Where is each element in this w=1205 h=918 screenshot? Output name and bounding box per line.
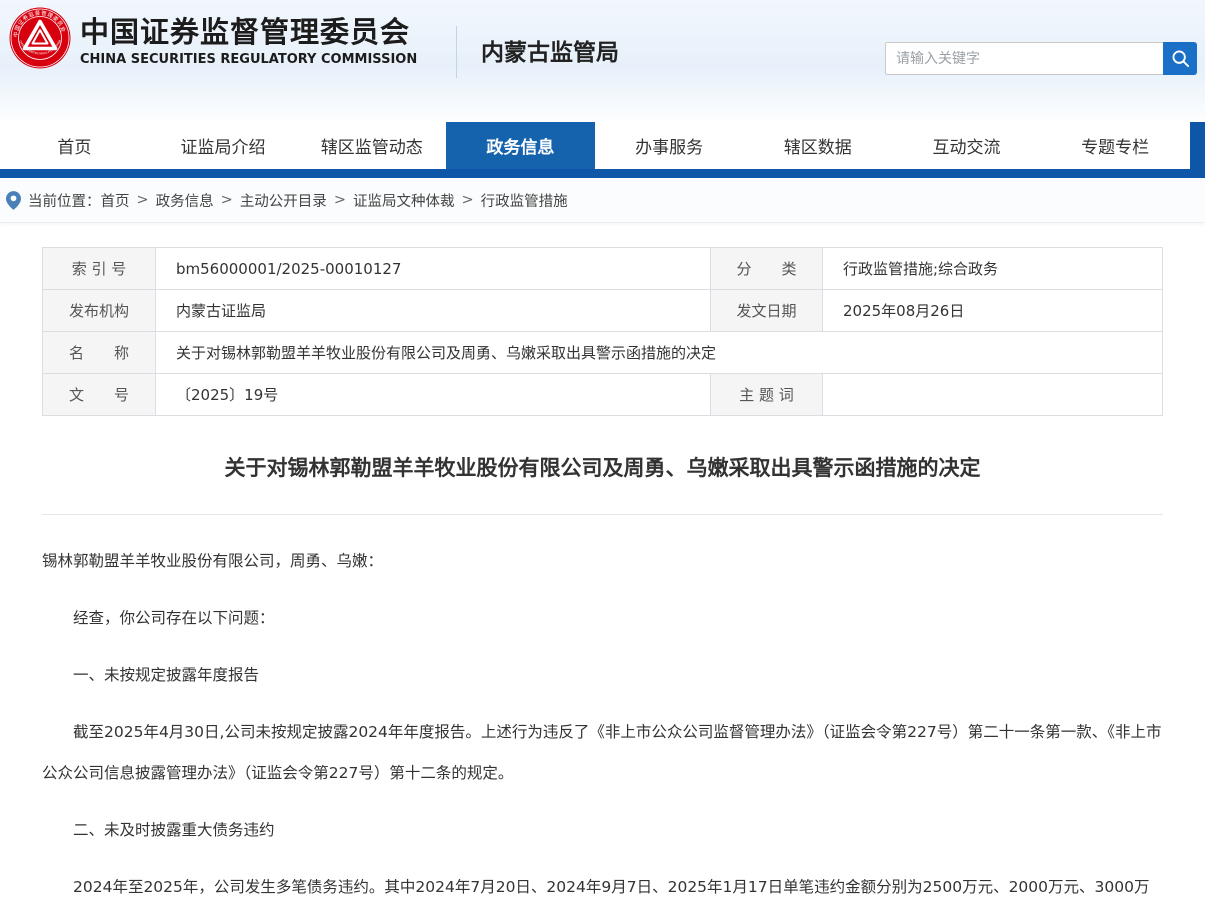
meta-value-date: 2025年08月26日 bbox=[823, 290, 1163, 332]
breadcrumb-item-admin-measures[interactable]: 行政监管措施 bbox=[481, 190, 568, 211]
nav-item-regional-data[interactable]: 辖区数据 bbox=[743, 122, 892, 169]
meta-label-subject: 主 题 词 bbox=[711, 374, 823, 416]
article-paragraph: 截至2025年4月30日,公司未按规定披露2024年年度报告。上述行为违反了《非… bbox=[42, 712, 1163, 794]
breadcrumb-item-open-directory[interactable]: 主动公开目录 bbox=[240, 190, 327, 211]
breadcrumb: 当前位置： 首页 > 政务信息 > 主动公开目录 > 证监局文种体裁 > 行政监… bbox=[0, 178, 1205, 223]
org-name-cn: 中国证券监督管理委员会 bbox=[80, 16, 417, 49]
article-paragraph: 一、未按规定披露年度报告 bbox=[42, 655, 1163, 696]
csrc-seal-logo[interactable]: 中国证券监督管理委员会 CHINA SECURITIES REGULATORY … bbox=[8, 6, 72, 70]
breadcrumb-item-doc-genre[interactable]: 证监局文种体裁 bbox=[353, 190, 455, 211]
meta-label-index: 索 引 号 bbox=[43, 248, 156, 290]
article-paragraph: 经查，你公司存在以下问题： bbox=[42, 598, 1163, 639]
nav-item-home[interactable]: 首页 bbox=[0, 122, 149, 169]
org-title-block: 中国证券监督管理委员会 CHINA SECURITIES REGULATORY … bbox=[80, 16, 417, 67]
nav-underline-bar bbox=[0, 169, 1205, 178]
nav-filler bbox=[1190, 122, 1205, 169]
nav-item-regional-regulation[interactable]: 辖区监管动态 bbox=[297, 122, 446, 169]
meta-value-index: bm56000001/2025-00010127 bbox=[156, 248, 711, 290]
breadcrumb-item-home[interactable]: 首页 bbox=[101, 190, 130, 211]
meta-value-issuer: 内蒙古证监局 bbox=[156, 290, 711, 332]
document-meta-table: 索 引 号 bm56000001/2025-00010127 分 类 行政监管措… bbox=[42, 247, 1163, 416]
main-nav: 首页 证监局介绍 辖区监管动态 政务信息 办事服务 辖区数据 互动交流 专题专栏 bbox=[0, 122, 1205, 169]
table-row: 文 号 〔2025〕19号 主 题 词 bbox=[43, 374, 1163, 416]
nav-item-government-info[interactable]: 政务信息 bbox=[446, 122, 595, 169]
location-pin-icon bbox=[6, 191, 21, 210]
breadcrumb-item-government-info[interactable]: 政务信息 bbox=[156, 190, 214, 211]
bureau-name: 内蒙古监管局 bbox=[481, 33, 619, 67]
nav-item-special-topics[interactable]: 专题专栏 bbox=[1041, 122, 1190, 169]
table-row: 索 引 号 bm56000001/2025-00010127 分 类 行政监管措… bbox=[43, 248, 1163, 290]
page-title: 关于对锡林郭勒盟羊羊牧业股份有限公司及周勇、乌嫩采取出具警示函措施的决定 bbox=[42, 452, 1163, 482]
table-row: 发布机构 内蒙古证监局 发文日期 2025年08月26日 bbox=[43, 290, 1163, 332]
article-body: 锡林郭勒盟羊羊牧业股份有限公司，周勇、乌嫩： 经查，你公司存在以下问题： 一、未… bbox=[42, 541, 1163, 908]
site-search bbox=[885, 42, 1197, 75]
site-header: 中国证券监督管理委员会 CHINA SECURITIES REGULATORY … bbox=[0, 0, 1205, 122]
table-row: 名 称 关于对锡林郭勒盟羊羊牧业股份有限公司及周勇、乌嫩采取出具警示函措施的决定 bbox=[43, 332, 1163, 374]
breadcrumb-separator: > bbox=[461, 192, 473, 208]
meta-value-subject bbox=[823, 374, 1163, 416]
csrc-seal-icon: 中国证券监督管理委员会 CHINA SECURITIES REGULATORY … bbox=[8, 6, 72, 70]
meta-label-category: 分 类 bbox=[711, 248, 823, 290]
meta-label-date: 发文日期 bbox=[711, 290, 823, 332]
org-name-en: CHINA SECURITIES REGULATORY COMMISSION bbox=[80, 52, 417, 67]
nav-item-bureau-intro[interactable]: 证监局介绍 bbox=[149, 122, 298, 169]
article-paragraph: 锡林郭勒盟羊羊牧业股份有限公司，周勇、乌嫩： bbox=[42, 541, 1163, 582]
meta-value-category: 行政监管措施;综合政务 bbox=[823, 248, 1163, 290]
meta-value-name: 关于对锡林郭勒盟羊羊牧业股份有限公司及周勇、乌嫩采取出具警示函措施的决定 bbox=[156, 332, 1163, 374]
breadcrumb-separator: > bbox=[221, 192, 233, 208]
breadcrumb-separator: > bbox=[334, 192, 346, 208]
title-divider bbox=[42, 514, 1163, 515]
breadcrumb-prefix: 当前位置： bbox=[28, 190, 101, 211]
breadcrumb-separator: > bbox=[137, 192, 149, 208]
nav-item-services[interactable]: 办事服务 bbox=[595, 122, 744, 169]
search-button[interactable] bbox=[1163, 42, 1197, 75]
meta-label-name: 名 称 bbox=[43, 332, 156, 374]
meta-value-docno: 〔2025〕19号 bbox=[156, 374, 711, 416]
search-icon bbox=[1171, 49, 1190, 68]
nav-item-interaction[interactable]: 互动交流 bbox=[892, 122, 1041, 169]
article-paragraph: 2024年至2025年，公司发生多笔债务违约。其中2024年7月20日、2024… bbox=[42, 867, 1163, 908]
main-content: 索 引 号 bm56000001/2025-00010127 分 类 行政监管措… bbox=[0, 223, 1205, 908]
meta-label-docno: 文 号 bbox=[43, 374, 156, 416]
article-paragraph: 二、未及时披露重大债务违约 bbox=[42, 810, 1163, 851]
search-input[interactable] bbox=[885, 42, 1163, 75]
meta-label-issuer: 发布机构 bbox=[43, 290, 156, 332]
header-divider bbox=[456, 26, 457, 78]
